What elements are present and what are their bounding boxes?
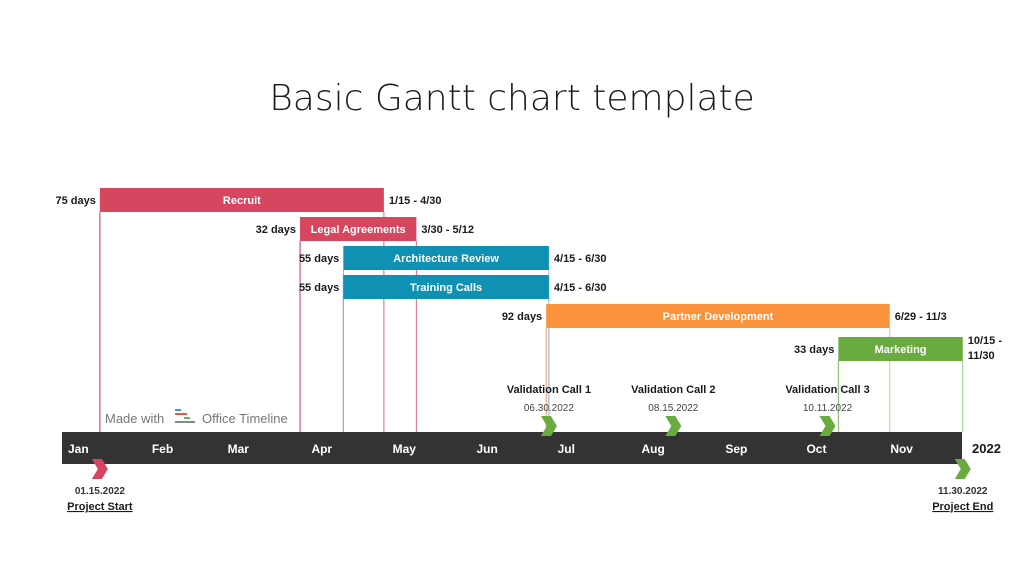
gantt-chart: Recruit 75 days 1/15 - 4/30 Legal Agreement…: [55, 188, 1003, 513]
task-duration: 55 days: [299, 253, 339, 265]
task-date-range: 10/15 -: [968, 335, 1003, 347]
month-label: Apr: [311, 442, 332, 456]
month-label: Sep: [725, 442, 747, 456]
milestone-date: 08.15.2022: [648, 403, 698, 414]
milestone-date: 01.15.2022: [75, 486, 125, 497]
milestone-date: 11.30.2022: [938, 486, 988, 497]
task-date-range: 1/15 - 4/30: [389, 195, 442, 207]
task-label: Architecture Review: [393, 253, 499, 265]
month-label: Feb: [152, 442, 173, 456]
milestone-label: Validation Call 2: [631, 384, 715, 396]
milestone-label: Project End: [932, 501, 993, 513]
month-label: Jul: [558, 442, 575, 456]
task-duration: 75 days: [55, 195, 95, 207]
watermark-text: Made with: [105, 411, 164, 426]
milestone-date: 06.30.2022: [524, 403, 574, 414]
office-timeline-logo-icon: [175, 421, 195, 423]
year-label: 2022: [972, 441, 1001, 456]
office-timeline-logo-icon: [175, 409, 181, 411]
task-duration: 55 days: [299, 282, 339, 294]
milestone-label: Validation Call 1: [507, 384, 591, 396]
task-label: Training Calls: [410, 282, 482, 294]
month-label: Jan: [68, 442, 89, 456]
milestone-date: 10.11.2022: [803, 403, 853, 414]
task-label: Legal Agreements: [311, 224, 406, 236]
milestone-label: Validation Call 3: [785, 384, 869, 396]
office-timeline-logo-icon: [175, 413, 187, 415]
task-date-range: 11/30: [968, 350, 995, 362]
task-duration: 32 days: [256, 224, 296, 236]
month-label: Aug: [641, 442, 664, 456]
watermark-brand: Office Timeline: [202, 411, 288, 426]
month-label: Oct: [806, 442, 826, 456]
month-label: Mar: [228, 442, 250, 456]
task-label: Marketing: [875, 344, 927, 356]
task-duration: 33 days: [794, 344, 834, 356]
month-label: Jun: [476, 442, 497, 456]
timeline-axis: [62, 432, 962, 464]
milestone-chevron-icon: [954, 459, 971, 479]
milestone-label: Project Start: [67, 501, 133, 513]
task-duration: 92 days: [502, 311, 542, 323]
month-label: Nov: [890, 442, 913, 456]
task-label: Partner Development: [663, 311, 774, 323]
task-date-range: 4/15 - 6/30: [554, 253, 607, 265]
month-label: May: [393, 442, 417, 456]
task-date-range: 4/15 - 6/30: [554, 282, 607, 294]
task-date-range: 6/29 - 11/3: [895, 311, 947, 323]
task-label: Recruit: [223, 195, 261, 207]
task-date-range: 3/30 - 5/12: [421, 224, 474, 236]
office-timeline-logo-icon: [184, 417, 190, 419]
